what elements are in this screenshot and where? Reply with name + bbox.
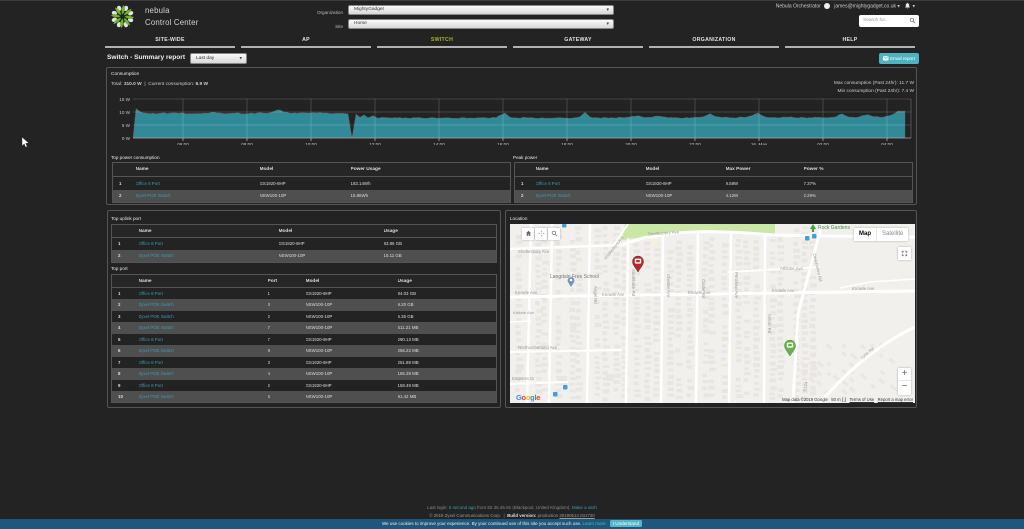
svg-text:Knowle Ave: Knowle Ave xyxy=(772,288,795,293)
svg-text:Southbank Rd: Southbank Rd xyxy=(631,269,636,297)
svg-text:12:00: 12:00 xyxy=(369,142,381,145)
svg-text:Knowle Ave: Knowle Ave xyxy=(852,286,875,291)
svg-text:Knowle Ave: Knowle Ave xyxy=(688,290,711,295)
svg-text:10:00: 10:00 xyxy=(305,142,317,145)
svg-text:Calder Rd: Calder Rd xyxy=(701,279,706,299)
svg-text:Rock Gardens: Rock Gardens xyxy=(818,225,850,231)
svg-text:04:00: 04:00 xyxy=(881,142,893,145)
svg-text:Angel Rd: Angel Rd xyxy=(593,286,598,304)
svg-text:Athlone Ave: Athlone Ave xyxy=(780,266,803,271)
svg-text:16:00: 16:00 xyxy=(497,142,509,145)
svg-text:Chester Ave: Chester Ave xyxy=(666,274,671,298)
svg-text:Knowle Ave: Knowle Ave xyxy=(515,290,538,295)
svg-text:Northumberland Ave: Northumberland Ave xyxy=(518,345,558,350)
svg-text:02:00: 02:00 xyxy=(817,142,829,145)
svg-text:20:00: 20:00 xyxy=(625,142,637,145)
svg-text:08:00: 08:00 xyxy=(241,142,253,145)
svg-text:15 W: 15 W xyxy=(119,97,130,102)
svg-text:5 W: 5 W xyxy=(122,123,131,128)
svg-text:Knowle Ave: Knowle Ave xyxy=(602,292,625,297)
svg-text:Empress Dr: Empress Dr xyxy=(512,376,535,381)
svg-text:06:00: 06:00 xyxy=(177,142,189,145)
svg-text:Knowle Ave: Knowle Ave xyxy=(513,310,535,315)
svg-text:Shaftesbury Ave: Shaftesbury Ave xyxy=(518,249,550,254)
svg-text:16. May: 16. May xyxy=(751,142,768,145)
svg-text:18:00: 18:00 xyxy=(561,142,573,145)
svg-text:Langdale Free School: Langdale Free School xyxy=(550,274,599,280)
svg-text:10 W: 10 W xyxy=(119,110,130,115)
svg-text:Penshaw Ave: Penshaw Ave xyxy=(734,272,739,299)
svg-text:14:00: 14:00 xyxy=(433,142,445,145)
svg-text:22:00: 22:00 xyxy=(689,142,701,145)
svg-text:0 W: 0 W xyxy=(122,136,131,141)
svg-text:Antrim Rd: Antrim Rd xyxy=(767,314,772,334)
